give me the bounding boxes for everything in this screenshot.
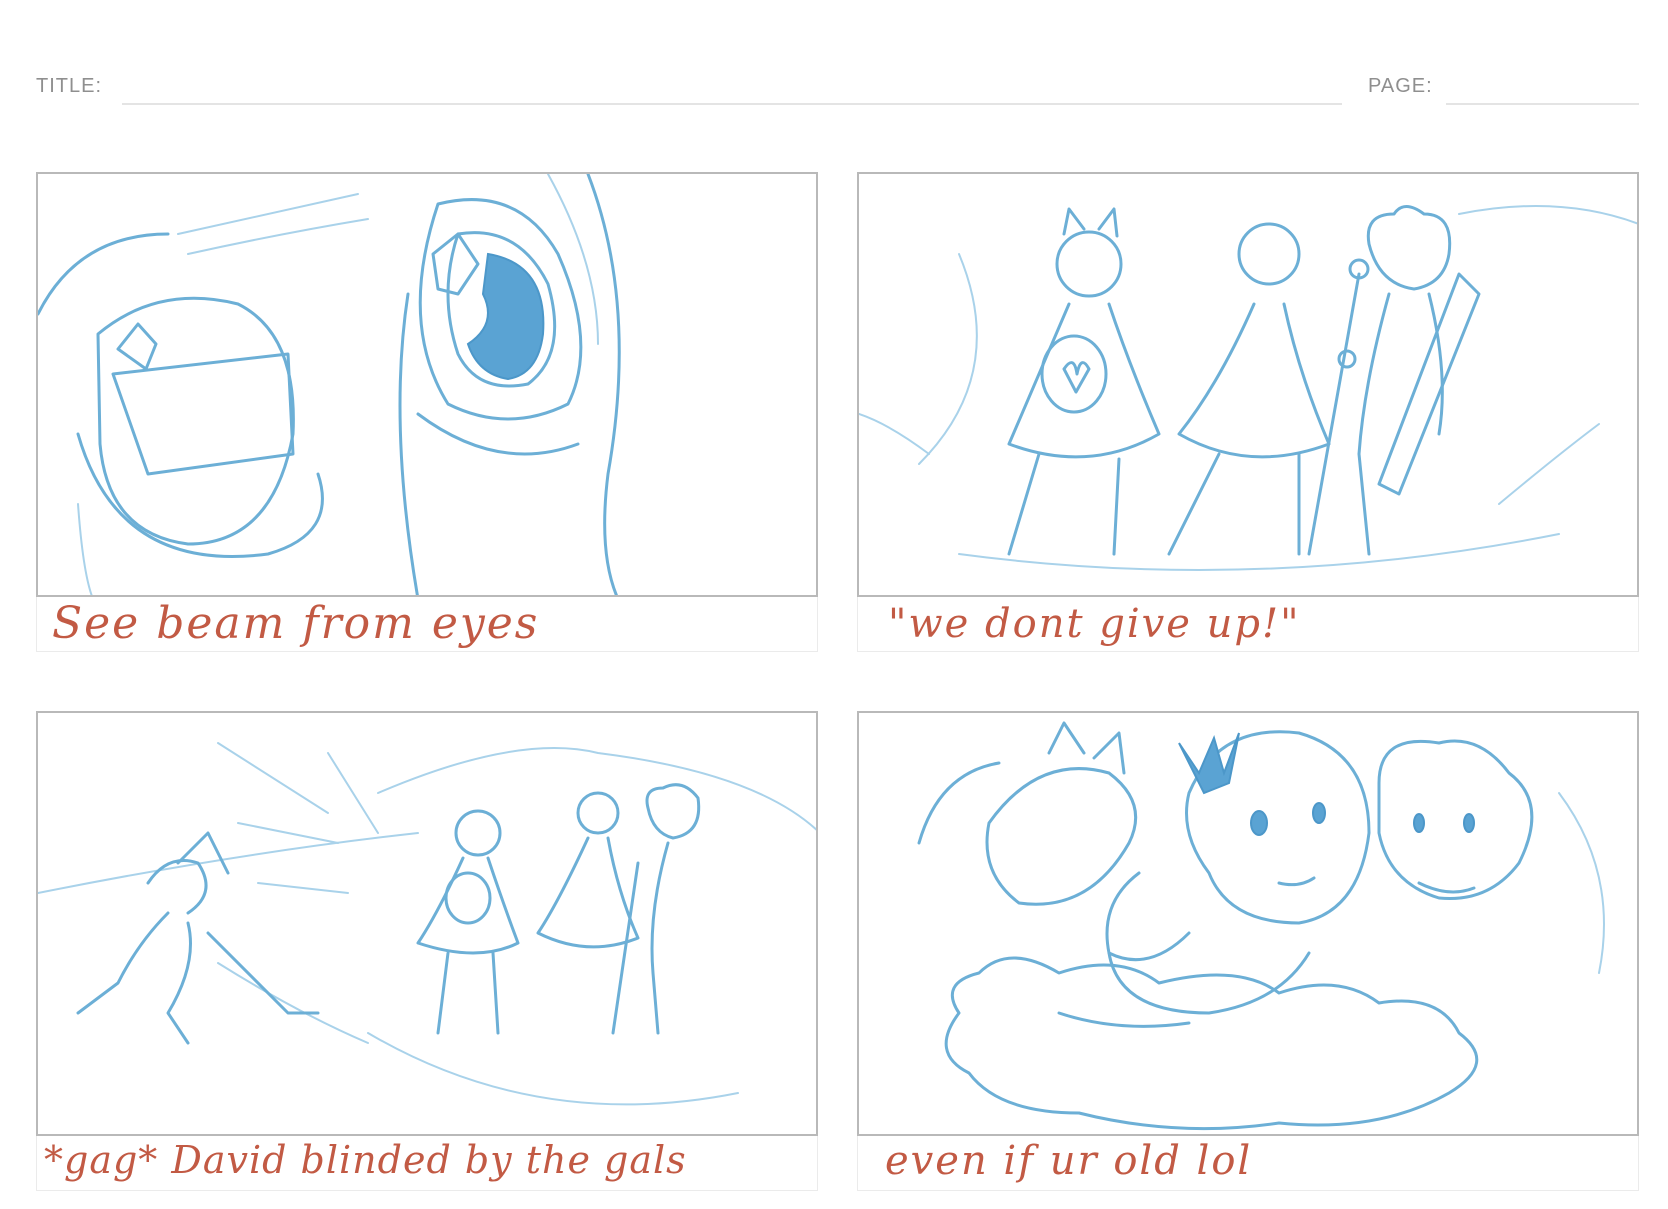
eyes-sketch (38, 174, 621, 595)
storyboard-panel-2 (857, 172, 1639, 597)
blinded-gag-sketch (38, 742, 816, 1106)
caption-panel-3: *gag* David blinded by the gals (44, 1138, 687, 1182)
trio-closeup-sketch (917, 721, 1605, 1131)
caption-panel-2: "we dont give up!" (888, 601, 1301, 647)
storyboard-panel-1 (36, 172, 818, 597)
title-field-line (122, 103, 1342, 105)
storyboard-panel-3 (36, 711, 818, 1136)
page-label: PAGE: (1368, 75, 1433, 97)
storyboard-panel-4 (857, 711, 1639, 1136)
title-label: TITLE: (36, 75, 103, 97)
page-field-line (1446, 103, 1639, 105)
caption-panel-4: even if ur old lol (885, 1138, 1253, 1184)
caption-panel-1: See beam from eyes (52, 598, 540, 649)
group-pose-sketch (859, 205, 1637, 571)
